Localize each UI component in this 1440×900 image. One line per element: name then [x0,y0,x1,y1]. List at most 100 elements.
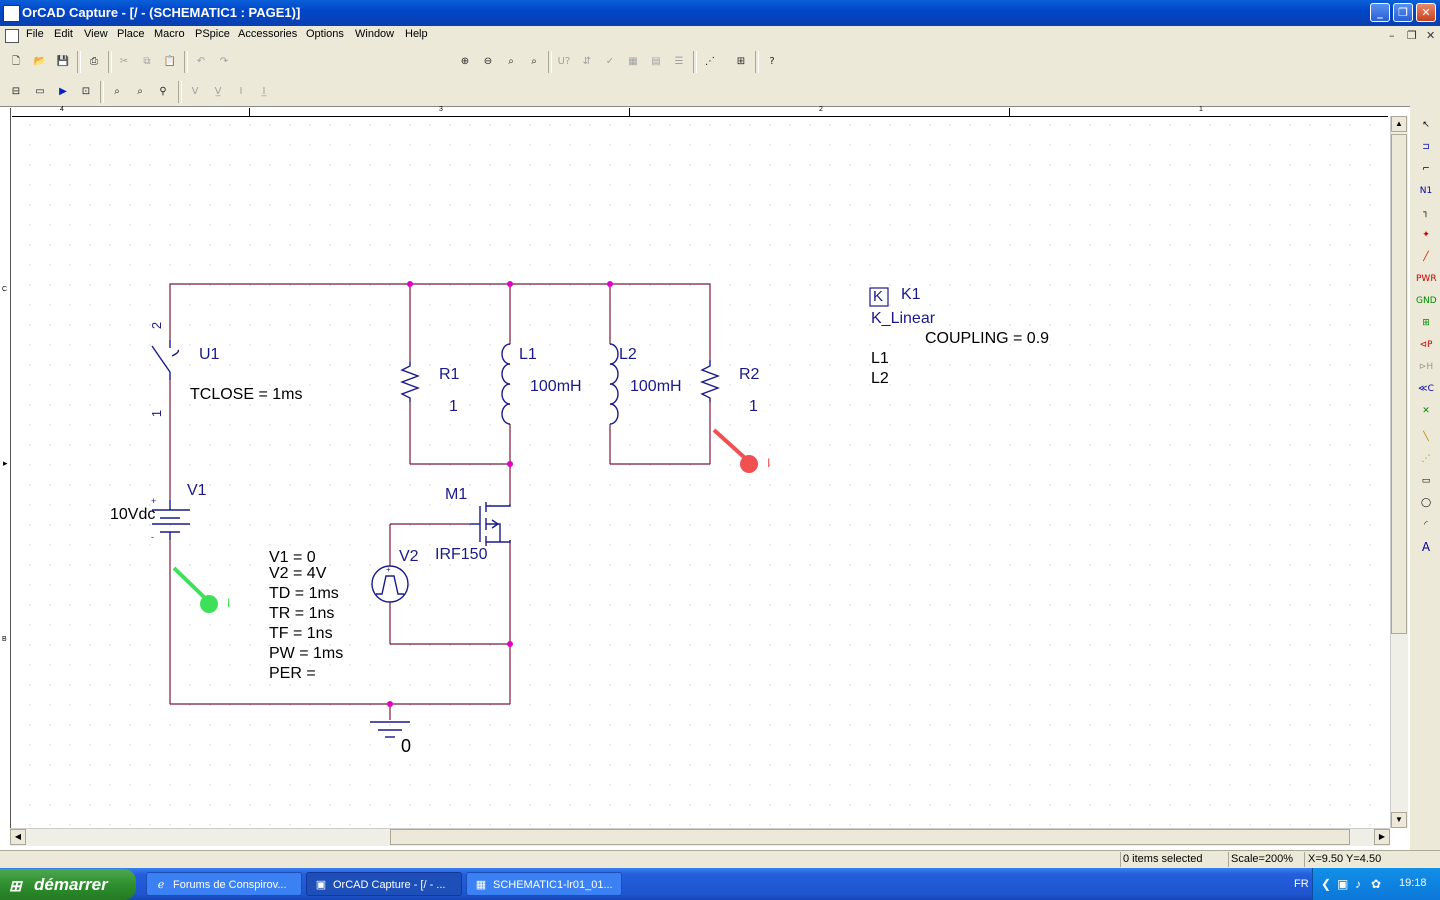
task-label: SCHEMATIC1-lr01_01... [493,879,613,891]
taskbar-item-browser[interactable]: ℯ Forums de Conspirov... [146,872,302,896]
v1-minus: - [151,532,154,542]
place-bus-icon[interactable]: ┐ [1416,204,1436,222]
coupling-ref[interactable]: K1 [901,286,921,304]
probe-marker-green: I [227,596,231,610]
place-hierarchical-block-icon[interactable]: ⊞ [1416,314,1436,332]
l1-value[interactable]: 100mH [530,378,582,396]
v2-ref[interactable]: V2 [399,548,419,566]
place-no-connect-icon[interactable]: ✕ [1416,402,1436,420]
maximize-button[interactable]: ❐ [1393,3,1413,22]
v1-plus: + [151,496,157,506]
v2-param: PER = [269,665,316,682]
v2-param: V1 = 0 [269,549,316,566]
mosfet-model[interactable]: IRF150 [435,546,487,564]
close-button[interactable]: ✕ [1416,3,1436,22]
mdi-close-icon[interactable]: ✕ [1426,29,1435,42]
l1-ref[interactable]: L1 [519,346,537,364]
taskbar: ⊞ démarrer ℯ Forums de Conspirov... ▣ Or… [0,868,1440,900]
v2-param: PW = 1ms [269,645,344,662]
v1-ref[interactable]: V1 [187,482,207,500]
status-coords: X=9.50 Y=4.50 [1308,853,1382,865]
v2-params[interactable]: V1 = 0 V2 = 4V TD = 1ms TR = 1ns TF = 1n… [269,550,343,686]
ie-icon: ℯ [157,879,165,891]
coupling-param[interactable]: COUPLING = 0.9 [925,330,1049,348]
status-bar: 0 items selected Scale=200% X=9.50 Y=4.5… [0,850,1440,869]
v2-param: TD = 1ms [269,585,339,602]
r1-value[interactable]: 1 [449,398,458,416]
place-off-page-icon[interactable]: ≪C [1416,380,1436,398]
junction-dot [407,281,413,287]
probe-marker-red: I [767,456,771,470]
junction-dot [507,641,513,647]
junction-dot [507,461,513,467]
place-ellipse-icon[interactable]: ◯ [1416,494,1436,512]
switch-pin-2: 2 [149,321,165,330]
ground-label: 0 [401,736,412,756]
r1-ref[interactable]: R1 [439,366,459,384]
horizontal-scrollbar[interactable]: ◀ ▶ [10,828,1390,846]
scroll-right-icon[interactable]: ▶ [1374,829,1390,845]
select-icon[interactable]: ↖ [1416,116,1436,134]
junction-dot [387,701,393,707]
place-polyline-icon[interactable]: ⋰ [1416,450,1436,468]
draw-palette: ↖ ⊐ ⌐ N1 ┐ ✦ ╱ PWR GND ⊞ ⊲P ⊳H ≪C ✕ ╲ ⋰ … [1410,106,1440,850]
mdi-restore-icon[interactable]: ❐ [1407,29,1417,42]
place-text-icon[interactable]: A [1416,538,1436,556]
v2-param: TR = 1ns [269,605,335,622]
vertical-scrollbar[interactable]: ▲ ▼ [1390,116,1408,828]
tray-app-icon[interactable]: ✿ [1371,877,1381,891]
clock: 19:18 [1399,877,1427,889]
v2-param: V2 = 4V [269,565,327,582]
scroll-down-icon[interactable]: ▼ [1391,812,1407,828]
junction-dot [607,281,613,287]
place-power-icon[interactable]: PWR [1416,270,1437,288]
status-scale: Scale=200% [1231,853,1294,865]
task-label: OrCAD Capture - [/ - ... [333,879,446,891]
task-label: Forums de Conspirov... [173,879,287,891]
place-net-alias-icon[interactable]: N1 [1416,182,1436,200]
coupling-box-letter: K [873,288,884,305]
switch-ref[interactable]: U1 [199,346,219,364]
svg-text:+: + [386,565,391,574]
place-junction-icon[interactable]: ✦ [1416,226,1436,244]
switch-param[interactable]: TCLOSE = 1ms [190,386,302,404]
place-pin-icon[interactable]: ⊳H [1416,358,1436,376]
taskbar-item-probe[interactable]: ▦ SCHEMATIC1-lr01_01... [466,872,622,896]
r2-value[interactable]: 1 [749,398,758,416]
probe-window-icon: ▦ [475,879,487,891]
place-rectangle-icon[interactable]: ▭ [1416,472,1436,490]
scroll-left-icon[interactable]: ◀ [10,829,26,845]
scroll-up-icon[interactable]: ▲ [1391,116,1407,132]
place-port-icon[interactable]: ⊲P [1416,336,1436,354]
windows-flag-icon: ⊞ [9,878,22,895]
place-wire-icon[interactable]: ⌐ [1416,160,1436,178]
place-part-icon[interactable]: ⊐ [1416,138,1436,156]
coupling-inductor: L1 [871,350,889,367]
start-label: démarrer [34,875,108,894]
place-arc-icon[interactable]: ◜ [1416,516,1436,534]
tray-arrow-icon[interactable]: ❮ [1321,877,1331,891]
start-button[interactable]: ⊞ démarrer [0,869,136,900]
v2-param: TF = 1ns [269,625,333,642]
place-ground-icon[interactable]: GND [1416,292,1437,310]
taskbar-item-orcad[interactable]: ▣ OrCAD Capture - [/ - ... [306,872,462,896]
junction-dot [507,281,513,287]
volume-icon[interactable]: ♪ [1355,877,1361,891]
horizontal-scroll-thumb[interactable] [390,829,1350,845]
network-icon[interactable]: ▣ [1337,877,1348,891]
mosfet-ref[interactable]: M1 [445,486,467,504]
place-bus-entry-icon[interactable]: ╱ [1416,248,1436,266]
l2-value[interactable]: 100mH [630,378,682,396]
schematic-drawing: + [12,118,1388,828]
r2-ref[interactable]: R2 [739,366,759,384]
coupling-type[interactable]: K_Linear [871,310,935,328]
l2-ref[interactable]: L2 [619,346,637,364]
orcad-icon: ▣ [315,879,327,891]
language-indicator[interactable]: FR [1294,878,1309,890]
system-tray: ❮ ▣ ♪ ✿ 19:18 [1312,868,1440,900]
place-line-icon[interactable]: ╲ [1416,428,1436,446]
vertical-scroll-thumb[interactable] [1391,134,1407,634]
v1-value[interactable]: 10Vdc [110,506,155,524]
coupling-inductor: L2 [871,370,889,387]
status-selection: 0 items selected [1123,853,1203,865]
